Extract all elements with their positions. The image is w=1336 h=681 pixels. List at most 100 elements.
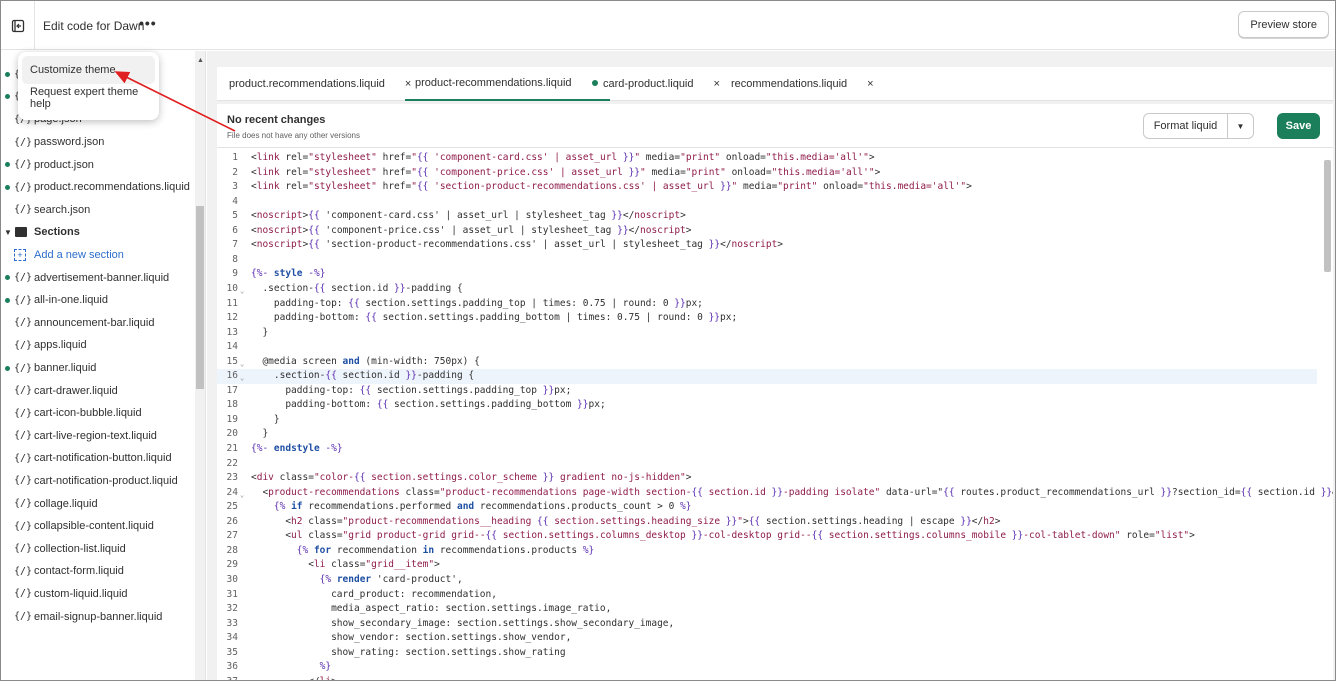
file-name: advertisement-banner.liquid [34,271,170,284]
code-line[interactable]: 29 <li class="grid__item"> [217,558,1317,573]
code-line[interactable]: 36 %} [217,660,1317,675]
code-line[interactable]: 18 padding-bottom: {{ section.settings.p… [217,398,1317,413]
file-item[interactable]: {/} custom-liquid.liquid [1,583,195,606]
code-line[interactable]: 34 show_vendor: section.settings.show_ve… [217,631,1317,646]
file-item[interactable]: {/} password.json [1,131,195,154]
file-name: banner.liquid [34,362,97,375]
file-item[interactable]: {/} collage.liquid [1,492,195,515]
file-sidebar: {/}page.custom-test.json{/}page.dummy.li… [1,51,206,680]
liquid-file-icon: {/} [14,430,33,442]
code-line[interactable]: 28 {% for recommendation in recommendati… [217,544,1317,559]
liquid-file-icon: {/} [14,520,33,532]
close-icon[interactable]: × [714,78,720,90]
add-section-link[interactable]: Add a new section + [1,244,195,267]
code-line[interactable]: 15 ⌄ @media screen and (min-width: 750px)… [217,355,1317,370]
code-text: <noscript>{{ 'component-card.css' | asse… [251,210,686,222]
chevron-down-icon[interactable]: ▼ [4,228,12,237]
code-line[interactable]: 2 <link rel="stylesheet" href="{{ 'compon… [217,166,1317,181]
code-line[interactable]: 37 </li> [217,675,1317,680]
code-line[interactable]: 17 padding-top: {{ section.settings.padd… [217,384,1317,399]
code-line[interactable]: 1 <link rel="stylesheet" href="{{ 'compon… [217,151,1317,166]
save-button[interactable]: Save [1277,113,1320,139]
code-line[interactable]: 32 media_aspect_ratio: section.settings.… [217,602,1317,617]
file-item[interactable]: {/} advertisement-banner.liquid [1,266,195,289]
more-actions-button[interactable]: ••• [139,15,157,31]
code-line[interactable]: 11 padding-top: {{ section.settings.padd… [217,297,1317,312]
file-item[interactable]: {/} announcement-bar.liquid [1,312,195,335]
file-item[interactable]: {/} apps.liquid [1,334,195,357]
file-tab[interactable]: product-recommendations.liquid [405,67,610,101]
code-text: <link rel="stylesheet" href="{{ 'compone… [251,152,875,163]
sidebar-scroll-thumb[interactable] [196,206,204,389]
code-line[interactable]: 21 {%- endstyle -%} [217,442,1317,457]
file-tab[interactable]: recommendations.liquid × [731,67,886,101]
chevron-down-icon[interactable]: ▼ [1228,114,1253,138]
code-line[interactable]: 14 [217,340,1317,355]
code-line[interactable]: 33 show_secondary_image: section.setting… [217,617,1317,632]
file-item[interactable]: {/} cart-notification-product.liquid [1,470,195,493]
code-line[interactable]: 26 <h2 class="product-recommendations__h… [217,515,1317,530]
file-item[interactable]: {/} collection-list.liquid [1,537,195,560]
code-line[interactable]: 16 ⌄ .section-{{ section.id }}-padding { [217,369,1317,384]
code-line[interactable]: 6 <noscript>{{ 'component-price.css' | as… [217,224,1317,239]
file-name: contact-form.liquid [34,565,124,578]
code-text: </li> [251,675,337,680]
code-text: show_secondary_image: section.settings.s… [251,617,675,629]
file-item[interactable]: {/} banner.liquid [1,357,195,380]
line-number: 34 [226,632,238,644]
version-note: File does not have any other versions [227,131,360,140]
code-editor[interactable]: 1 <link rel="stylesheet" href="{{ 'compon… [217,148,1333,680]
editor-toolbar: No recent changes File does not have any… [217,104,1333,148]
format-liquid-label[interactable]: Format liquid [1144,114,1228,138]
code-line[interactable]: 27 <ul class="grid product-grid grid--{{… [217,529,1317,544]
code-text: <h2 class="product-recommendations__head… [251,515,1001,527]
file-item[interactable]: {/} cart-notification-button.liquid [1,447,195,470]
sections-folder[interactable]: Sections ▼ [1,221,195,244]
close-icon[interactable]: × [867,78,873,90]
scroll-up-icon[interactable]: ▲ [197,57,204,64]
file-item[interactable]: {/} contact-form.liquid [1,560,195,583]
modified-dot [5,365,10,371]
code-line[interactable]: 7 <noscript>{{ 'section-product-recommend… [217,238,1317,253]
file-item[interactable]: {/} search.json [1,199,195,222]
menu-item-customize-theme[interactable]: Customize theme [22,56,155,84]
line-number: 23 [226,472,238,484]
file-item[interactable]: {/} collapsible-content.liquid [1,515,195,538]
code-line[interactable]: 35 show_rating: section.settings.show_ra… [217,646,1317,661]
code-line[interactable]: 19 } [217,413,1317,428]
code-line[interactable]: 4 [217,195,1317,210]
menu-item-request-expert-help[interactable]: Request expert theme help [22,84,155,112]
line-number: 10 [226,282,238,294]
code-scroll-thumb[interactable] [1324,160,1331,272]
code-line[interactable]: 10 ⌄ .section-{{ section.id }}-padding { [217,282,1317,297]
code-line[interactable]: 13 } [217,326,1317,341]
code-scrollbar[interactable] [1322,148,1333,680]
sidebar-scrollbar[interactable]: ▲ [195,51,205,680]
code-line[interactable]: 9 {%- style -%} [217,267,1317,282]
code-text: %} [319,661,332,673]
file-item[interactable]: {/} cart-drawer.liquid [1,379,195,402]
code-line[interactable]: 31 card_product: recommendation, [217,588,1317,603]
file-item[interactable]: {/} all-in-one.liquid [1,289,195,312]
code-line[interactable]: 5 <noscript>{{ 'component-card.css' | ass… [217,209,1317,224]
code-line[interactable]: 3 <link rel="stylesheet" href="{{ 'sectio… [217,180,1317,195]
file-item[interactable]: {/} cart-icon-bubble.liquid [1,402,195,425]
code-line[interactable]: 22 [217,457,1317,472]
code-line[interactable]: 25 {% if recommendations.performed and r… [217,500,1317,515]
code-line[interactable]: 24 ⌄ <product-recommendations class="prod… [217,486,1333,501]
code-line[interactable]: 12 padding-bottom: {{ section.settings.p… [217,311,1317,326]
file-tab[interactable]: card-product.liquid × [603,67,732,101]
code-line[interactable]: 8 [217,253,1317,268]
file-item[interactable]: {/} email-signup-banner.liquid [1,605,195,628]
preview-store-button[interactable]: Preview store [1238,11,1329,38]
exit-button[interactable] [1,1,35,50]
file-item[interactable]: {/} product.json [1,153,195,176]
code-line[interactable]: 20 } [217,427,1317,442]
format-liquid-button[interactable]: Format liquid ▼ [1143,113,1254,139]
file-item[interactable]: {/} cart-live-region-text.liquid [1,425,195,448]
file-tab[interactable]: product.recommendations.liquid × [229,67,423,101]
file-item[interactable]: {/} product.recommendations.liquid [1,176,195,199]
code-line[interactable]: 30 {% render 'card-product', [217,573,1317,588]
liquid-file-icon: {/} [14,543,33,555]
code-line[interactable]: 23 <div class="color-{{ section.settings.… [217,471,1317,486]
